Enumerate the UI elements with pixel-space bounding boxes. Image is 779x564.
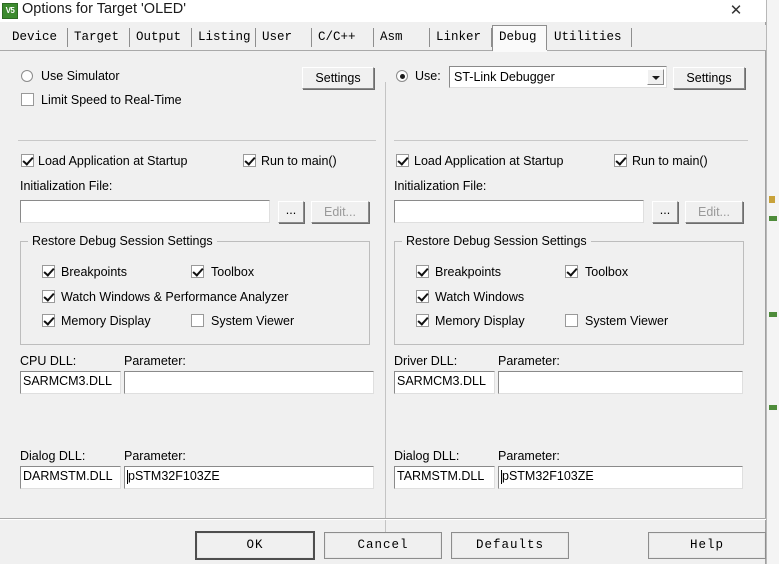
label-cpu-dll: CPU DLL: — [20, 354, 77, 368]
checkbox-right-memory-display[interactable] — [416, 314, 429, 327]
label-left-breakpoints: Breakpoints — [61, 265, 128, 279]
label-right-watch-windows: Watch Windows — [435, 290, 525, 304]
input-cpu-parameter[interactable] — [124, 371, 374, 394]
tab-underline — [0, 50, 766, 51]
label-right-run-to-main: Run to main() — [632, 154, 708, 168]
tab-target[interactable]: Target — [68, 28, 130, 47]
ok-button[interactable]: OK — [195, 531, 315, 560]
tab-c-cpp[interactable]: C/C++ — [312, 28, 374, 47]
tab-user[interactable]: User — [256, 28, 312, 47]
simulator-settings-button[interactable]: Settings — [302, 67, 374, 89]
right-browse-button[interactable]: ... — [652, 201, 678, 223]
label-right-init-file: Initialization File: — [394, 179, 487, 193]
input-left-dialog-dll[interactable]: DARMSTM.DLL — [20, 466, 121, 489]
label-cpu-parameter: Parameter: — [124, 354, 186, 368]
radio-use-debugger[interactable] — [396, 70, 408, 82]
tab-strip: Device Target Output Listing User C/C++ … — [0, 25, 766, 51]
checkbox-right-watch-windows[interactable] — [416, 290, 429, 303]
tab-listing[interactable]: Listing — [192, 28, 256, 47]
label-right-memory-display: Memory Display — [435, 314, 525, 328]
label-right-breakpoints: Breakpoints — [435, 265, 502, 279]
checkbox-left-memory-display[interactable] — [42, 314, 55, 327]
tab-asm[interactable]: Asm — [374, 28, 430, 47]
label-left-dialog-parameter: Parameter: — [124, 449, 186, 463]
label-right-dialog-parameter: Parameter: — [498, 449, 560, 463]
radio-use-simulator[interactable] — [21, 70, 33, 82]
checkbox-right-run-to-main[interactable] — [614, 154, 627, 167]
backdrop-marker — [769, 216, 777, 221]
tab-active-gap — [493, 50, 547, 52]
label-driver-dll: Driver DLL: — [394, 354, 458, 368]
tab-utilities[interactable]: Utilities — [548, 28, 632, 47]
checkbox-right-toolbox[interactable] — [565, 265, 578, 278]
checkbox-left-breakpoints[interactable] — [42, 265, 55, 278]
label-left-dialog-dll: Dialog DLL: — [20, 449, 86, 463]
dialog-body: Device Target Output Listing User C/C++ … — [0, 22, 766, 564]
input-right-init-file[interactable] — [394, 200, 644, 223]
input-cpu-dll[interactable]: SARMCM3.DLL — [20, 371, 121, 394]
label-limit-speed: Limit Speed to Real-Time — [41, 93, 182, 107]
label-use-simulator: Use Simulator — [41, 69, 120, 83]
label-left-system-viewer: System Viewer — [211, 314, 295, 328]
input-right-dialog-dll[interactable]: TARMSTM.DLL — [394, 466, 495, 489]
cancel-button[interactable]: Cancel — [324, 532, 442, 559]
input-right-dialog-parameter[interactable]: pSTM32F103ZE — [498, 466, 743, 489]
right-edit-button: Edit... — [685, 201, 743, 223]
defaults-button[interactable]: Defaults — [451, 532, 569, 559]
close-icon[interactable]: ✕ — [716, 0, 756, 22]
chevron-down-icon[interactable] — [647, 69, 664, 85]
input-left-init-file[interactable] — [20, 200, 270, 223]
label-left-load-app: Load Application at Startup — [38, 154, 188, 168]
label-driver-parameter: Parameter: — [498, 354, 560, 368]
backdrop-marker — [769, 405, 777, 410]
checkbox-left-load-app[interactable] — [21, 154, 34, 167]
label-use-debugger: Use: — [415, 69, 441, 83]
input-driver-dll[interactable]: SARMCM3.DLL — [394, 371, 495, 394]
tab-device[interactable]: Device — [6, 28, 68, 47]
backdrop-marker — [769, 196, 775, 203]
label-right-dialog-dll: Dialog DLL: — [394, 449, 460, 463]
checkbox-right-breakpoints[interactable] — [416, 265, 429, 278]
tab-debug[interactable]: Debug — [492, 25, 547, 51]
debugger-select-value: ST-Link Debugger — [454, 70, 555, 84]
uvision-app-icon: V5 — [2, 3, 18, 19]
input-left-dialog-parameter[interactable]: pSTM32F103ZE — [124, 466, 374, 489]
backdrop-marker — [769, 312, 777, 317]
left-restore-session-title: Restore Debug Session Settings — [28, 235, 217, 248]
footer-divider — [0, 518, 766, 520]
checkbox-left-watch-windows[interactable] — [42, 290, 55, 303]
panel-divider — [385, 82, 386, 532]
tab-output[interactable]: Output — [130, 28, 192, 47]
left-browse-button[interactable]: ... — [278, 201, 304, 223]
window-title: Options for Target 'OLED' — [22, 1, 187, 17]
title-bar: V5 Options for Target 'OLED' ✕ — [0, 0, 766, 22]
checkbox-left-system-viewer[interactable] — [191, 314, 204, 327]
checkbox-left-run-to-main[interactable] — [243, 154, 256, 167]
left-separator — [18, 140, 376, 141]
checkbox-limit-speed[interactable] — [21, 93, 34, 106]
label-left-toolbox: Toolbox — [211, 265, 255, 279]
right-separator — [394, 140, 748, 141]
label-right-load-app: Load Application at Startup — [414, 154, 564, 168]
tab-linker[interactable]: Linker — [430, 28, 492, 47]
background-application-sliver — [766, 0, 779, 564]
label-right-toolbox: Toolbox — [585, 265, 629, 279]
checkbox-right-system-viewer[interactable] — [565, 314, 578, 327]
label-left-init-file: Initialization File: — [20, 179, 113, 193]
label-left-run-to-main: Run to main() — [261, 154, 337, 168]
checkbox-left-toolbox[interactable] — [191, 265, 204, 278]
checkbox-right-load-app[interactable] — [396, 154, 409, 167]
left-edit-button: Edit... — [311, 201, 369, 223]
options-dialog-window: V5 Options for Target 'OLED' ✕ Device Ta… — [0, 0, 779, 564]
label-right-system-viewer: System Viewer — [585, 314, 669, 328]
debugger-select[interactable]: ST-Link Debugger — [449, 66, 667, 88]
debugger-settings-button[interactable]: Settings — [673, 67, 745, 89]
label-left-watch-windows: Watch Windows & Performance Analyzer — [61, 290, 289, 304]
input-driver-parameter[interactable] — [498, 371, 743, 394]
label-left-memory-display: Memory Display — [61, 314, 151, 328]
right-restore-session-title: Restore Debug Session Settings — [402, 235, 591, 248]
help-button[interactable]: Help — [648, 532, 766, 559]
